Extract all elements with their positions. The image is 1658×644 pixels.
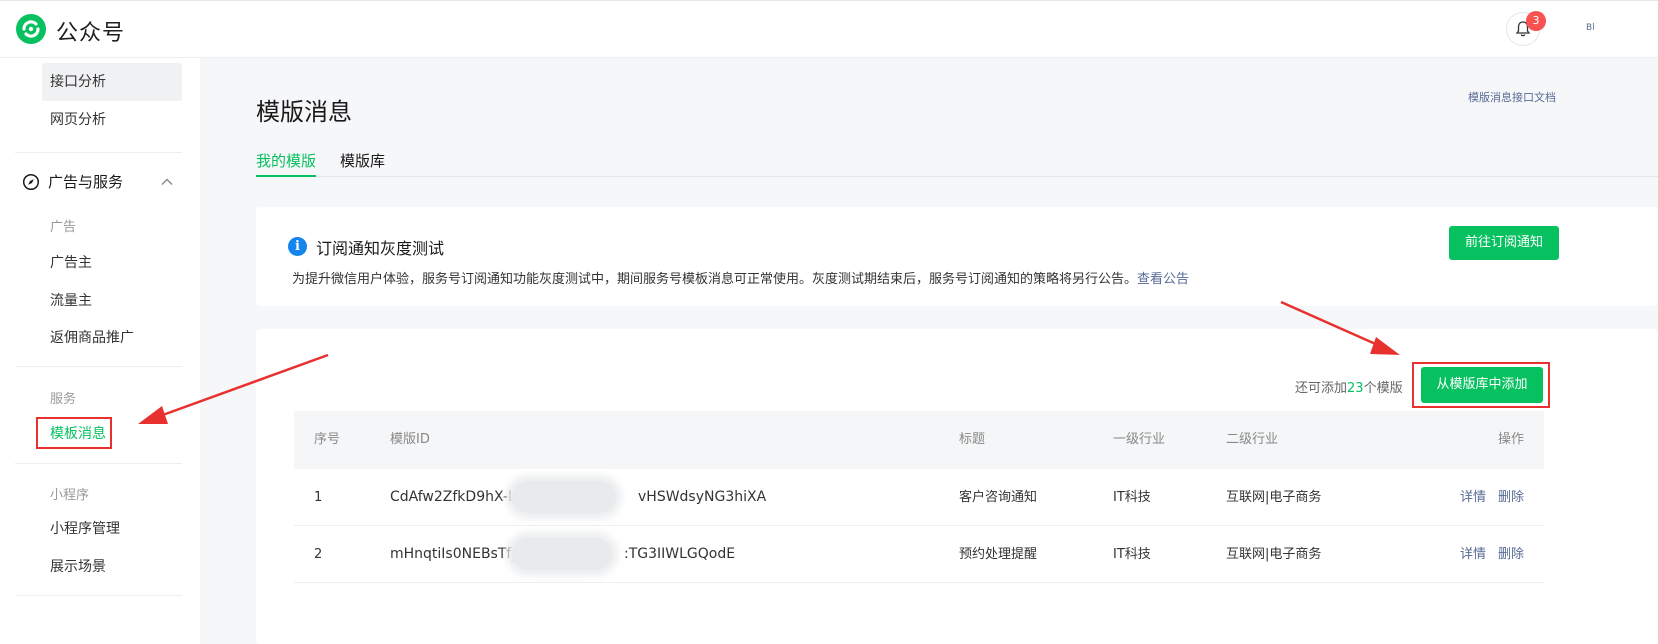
detail-link[interactable]: 详情	[1460, 547, 1486, 562]
remaining-suffix: 个模版	[1363, 381, 1403, 396]
sidebar-divider	[15, 152, 182, 153]
chevron-up-icon[interactable]	[160, 175, 174, 189]
redacted-blur	[512, 481, 616, 513]
tab-template-library[interactable]: 模版库	[340, 150, 385, 177]
sidebar-item-display-scenes[interactable]: 展示场景	[42, 548, 182, 586]
template-id-prefix: mHnqtiIs0NEBsTf_	[390, 546, 519, 562]
notice-text: 为提升微信用户体验，服务号订阅通知功能灰度测试中，期间服务号模板消息可正常使用。…	[292, 268, 1189, 287]
row-industry-2: 互联网|电子商务	[1226, 547, 1322, 562]
sidebar-divider	[15, 366, 182, 367]
delete-link[interactable]: 删除	[1498, 547, 1524, 562]
go-subscribe-button[interactable]: 前往订阅通知	[1449, 226, 1559, 260]
row-template-id: CdAfw2ZfkD9hX-L	[390, 469, 516, 526]
row-no: 1	[314, 490, 323, 505]
top-bar: 公众号 3 Bl	[0, 0, 1658, 58]
api-doc-link[interactable]: 模版消息接口文档	[1468, 89, 1556, 105]
header-industry-1: 一级行业	[1113, 432, 1166, 447]
row-title: 客户咨询通知	[959, 490, 1038, 505]
header-industry-2: 二级行业	[1226, 432, 1279, 447]
notice-view-link[interactable]: 查看公告	[1137, 272, 1189, 287]
official-account-logo-icon[interactable]	[15, 13, 47, 45]
sidebar-item-commission-promo[interactable]: 返佣商品推广	[42, 319, 182, 357]
annotation-highlight-sidebar	[36, 417, 112, 449]
template-id-suffix: vHSWdsyNG3hiXA	[638, 489, 767, 505]
table-row: 2 mHnqtiIs0NEBsTf_ :TG3IIWLGQodE 预约处理提醒 …	[294, 526, 1544, 583]
tab-bar: 我的模版 模版库	[256, 150, 1658, 177]
sidebar-divider	[15, 463, 182, 464]
header-template-id: 模版ID	[390, 432, 430, 447]
row-industry-1: IT科技	[1113, 547, 1151, 562]
sidebar-item-miniprogram-management[interactable]: 小程序管理	[42, 510, 182, 548]
sidebar-group-ads: 广告	[50, 220, 77, 235]
template-id-prefix: CdAfw2ZfkD9hX-L	[390, 489, 516, 505]
row-operations: 详情 删除	[1448, 526, 1524, 583]
notice-body: 为提升微信用户体验，服务号订阅通知功能灰度测试中，期间服务号模板消息可正常使用。…	[292, 272, 1138, 287]
page-title: 模版消息	[256, 98, 352, 126]
notice-card: i 订阅通知灰度测试 为提升微信用户体验，服务号订阅通知功能灰度测试中，期间服务…	[256, 207, 1658, 306]
annotation-highlight-add-button	[1412, 362, 1550, 408]
sidebar-item-traffic[interactable]: 流量主	[42, 282, 182, 320]
row-industry-1: IT科技	[1113, 490, 1151, 505]
compass-icon	[22, 173, 40, 190]
sidebar-item-web-analysis[interactable]: 网页分析	[42, 101, 182, 139]
redacted-blur	[512, 538, 612, 570]
brand-title[interactable]: 公众号	[56, 15, 125, 47]
header-title: 标题	[959, 432, 986, 447]
sidebar: 接口分析 网页分析 广告与服务 广告 广告主 流量主 返佣商品推广 服务 模板消…	[0, 58, 200, 644]
delete-link[interactable]: 删除	[1498, 490, 1524, 505]
sidebar-section-ads-services[interactable]: 广告与服务	[22, 171, 123, 192]
sidebar-item-api-analysis[interactable]: 接口分析	[42, 63, 182, 101]
sidebar-group-miniprogram: 小程序	[50, 488, 90, 503]
notification-badge: 3	[1526, 11, 1546, 31]
row-operations: 详情 删除	[1448, 469, 1524, 526]
sidebar-item-advertiser[interactable]: 广告主	[42, 244, 182, 282]
info-icon: i	[288, 237, 307, 256]
template-id-suffix: :TG3IIWLGQodE	[624, 546, 736, 562]
table-row: 1 CdAfw2ZfkD9hX-L vHSWdsyNG3hiXA 客户咨询通知 …	[294, 469, 1544, 526]
header-operations: 操作	[1497, 432, 1524, 447]
notice-title: 订阅通知灰度测试	[316, 239, 445, 258]
row-title: 预约处理提醒	[959, 547, 1038, 562]
templates-table: 序号 模版ID 标题 一级行业 二级行业 操作 1 CdAfw2ZfkD9hX-…	[294, 411, 1544, 583]
detail-link[interactable]: 详情	[1460, 490, 1486, 505]
account-link[interactable]: Bl	[1586, 23, 1595, 33]
sidebar-section-label: 广告与服务	[48, 173, 124, 191]
header-no: 序号	[314, 432, 341, 447]
tab-my-templates[interactable]: 我的模版	[256, 150, 317, 177]
remaining-count-text: 还可添加23个模版	[1295, 377, 1403, 396]
table-header: 序号 模版ID 标题 一级行业 二级行业 操作	[294, 411, 1544, 469]
remaining-prefix: 还可添加	[1295, 381, 1348, 396]
remaining-number: 23	[1347, 381, 1364, 396]
row-template-id: mHnqtiIs0NEBsTf_	[390, 526, 518, 583]
row-no: 2	[314, 547, 323, 562]
sidebar-group-services: 服务	[50, 392, 77, 407]
row-industry-2: 互联网|电子商务	[1226, 490, 1322, 505]
sidebar-divider	[15, 595, 182, 596]
